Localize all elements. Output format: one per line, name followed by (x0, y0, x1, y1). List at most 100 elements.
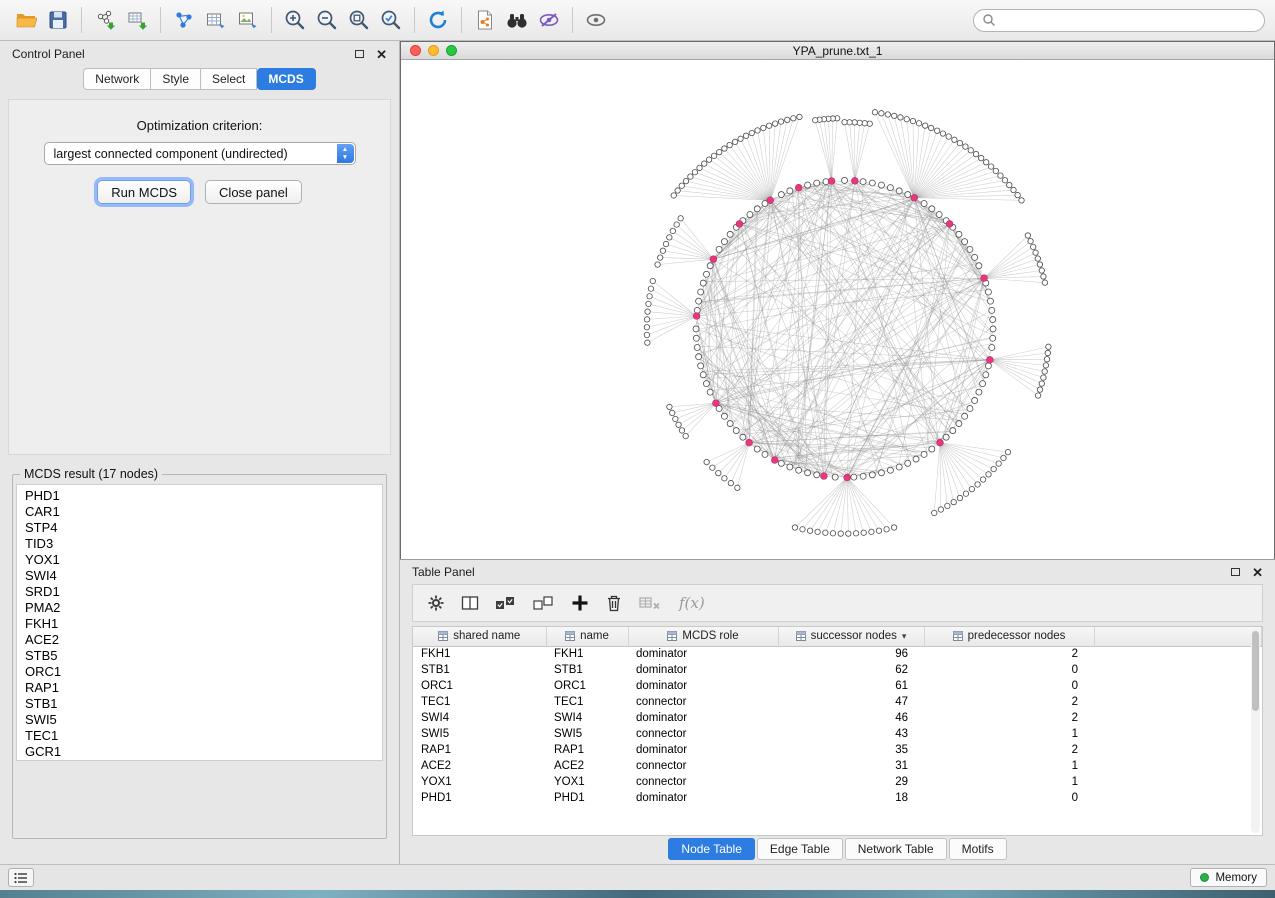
table-row[interactable]: ORC1ORC1dominator610 (413, 678, 1262, 694)
import-network-icon (94, 9, 116, 31)
table-row[interactable]: ACE2ACE2connector311 (413, 758, 1262, 774)
zoom-fit-button[interactable] (343, 5, 375, 35)
zoom-in-icon (283, 8, 307, 32)
mcds-node-item[interactable]: ORC1 (25, 664, 382, 680)
column-header-shared-name[interactable]: shared name (413, 627, 546, 646)
open-folder-icon (15, 9, 37, 31)
add-row-icon[interactable] (571, 594, 589, 612)
zoom-in-button[interactable] (279, 5, 311, 35)
toolbar-separator (271, 7, 272, 33)
run-mcds-button[interactable]: Run MCDS (97, 180, 191, 204)
import-table-button[interactable] (121, 5, 153, 35)
memory-label: Memory (1215, 872, 1257, 884)
mcds-result-list[interactable]: PHD1CAR1STP4TID3YOX1SWI4SRD1PMA2FKH1ACE2… (16, 484, 383, 761)
table-row[interactable]: TEC1TEC1connector472 (413, 694, 1262, 710)
mcds-node-item[interactable]: TEC1 (25, 728, 382, 744)
refresh-icon (426, 8, 450, 32)
tab-mcds[interactable]: MCDS (257, 68, 315, 90)
memory-button[interactable]: Memory (1190, 868, 1267, 887)
tab-node-table[interactable]: Node Table (668, 838, 755, 860)
mcds-node-item[interactable]: TID3 (25, 536, 382, 552)
table-row[interactable]: SWI5SWI5connector431 (413, 726, 1262, 742)
tab-network[interactable]: Network (83, 68, 151, 90)
mcds-node-item[interactable]: YOX1 (25, 552, 382, 568)
tab-style[interactable]: Style (151, 68, 201, 90)
mcds-node-item[interactable]: FKH1 (25, 616, 382, 632)
delete-row-icon[interactable] (605, 594, 623, 612)
mcds-node-item[interactable]: SWI4 (25, 568, 382, 584)
unselect-all-icon[interactable] (533, 594, 555, 612)
table-row[interactable]: STB1STB1dominator620 (413, 662, 1262, 678)
annotation-document-button[interactable] (469, 5, 501, 35)
export-image-button[interactable] (232, 5, 264, 35)
sort-descending-icon: ▾ (902, 631, 907, 642)
binoculars-icon (505, 8, 529, 32)
save-session-button[interactable] (42, 5, 74, 35)
network-graph[interactable] (401, 60, 1274, 561)
search-input[interactable] (1001, 13, 1256, 27)
zoom-out-button[interactable] (311, 5, 343, 35)
mcds-node-item[interactable]: SWI5 (25, 712, 382, 728)
style-toggle-button[interactable] (533, 5, 565, 35)
mcds-node-item[interactable]: STB5 (25, 648, 382, 664)
import-network-button[interactable] (89, 5, 121, 35)
table-row[interactable]: RAP1RAP1dominator352 (413, 742, 1262, 758)
table-row[interactable]: SWI4SWI4dominator462 (413, 710, 1262, 726)
gear-icon[interactable] (427, 594, 445, 612)
search-network-button[interactable] (501, 5, 533, 35)
column-header-mcds-role[interactable]: MCDS role (628, 627, 778, 646)
mcds-node-item[interactable]: RAP1 (25, 680, 382, 696)
mcds-node-item[interactable]: STB1 (25, 696, 382, 712)
column-type-icon (796, 631, 806, 641)
show-hide-button[interactable] (580, 5, 612, 35)
float-table-panel-icon[interactable] (1231, 568, 1240, 576)
zoom-out-icon (315, 8, 339, 32)
tab-edge-table[interactable]: Edge Table (757, 838, 843, 860)
mcds-node-item[interactable]: PHD1 (25, 488, 382, 504)
mcds-node-item[interactable]: ACE2 (25, 632, 382, 648)
table-row[interactable]: PHD1PHD1dominator180 (413, 790, 1262, 806)
scrollbar-thumb[interactable] (1252, 631, 1259, 711)
mcds-node-item[interactable]: SRD1 (25, 584, 382, 600)
status-menu-button[interactable] (8, 868, 34, 887)
main-toolbar (0, 0, 1275, 41)
tab-select[interactable]: Select (201, 68, 257, 90)
table-body: FKH1FKH1dominator962STB1STB1dominator620… (413, 646, 1262, 806)
select-all-icon[interactable] (495, 594, 517, 612)
close-panel-icon[interactable]: ✕ (376, 48, 387, 61)
toolbar-separator (160, 7, 161, 33)
column-header-name[interactable]: name (546, 627, 628, 646)
criterion-select[interactable]: largest connected component (undirected)… (44, 142, 356, 165)
open-file-button[interactable] (10, 5, 42, 35)
toolbar-separator (414, 7, 415, 33)
column-header-predecessor-nodes[interactable]: predecessor nodes (924, 627, 1094, 646)
float-panel-icon[interactable] (355, 50, 364, 58)
list-menu-icon (14, 872, 28, 884)
export-image-icon (237, 9, 259, 31)
eye-icon (584, 8, 608, 32)
network-canvas[interactable] (401, 60, 1274, 561)
close-panel-button[interactable]: Close panel (205, 180, 302, 204)
search-icon (982, 13, 996, 27)
table-row[interactable]: FKH1FKH1dominator962 (413, 646, 1262, 662)
desktop-wallpaper-strip (0, 890, 1275, 898)
select-stepper-icon: ▲▼ (337, 144, 354, 163)
column-header-successor-nodes[interactable]: successor nodes ▾ (778, 627, 924, 646)
mcds-node-item[interactable]: CAR1 (25, 504, 382, 520)
export-table-button[interactable] (200, 5, 232, 35)
close-table-panel-icon[interactable]: ✕ (1252, 566, 1263, 579)
export-table-icon (205, 9, 227, 31)
network-icon (173, 9, 195, 31)
columns-icon[interactable] (461, 594, 479, 612)
tab-network-table[interactable]: Network Table (845, 838, 947, 860)
mcds-node-item[interactable]: STP4 (25, 520, 382, 536)
new-network-button[interactable] (168, 5, 200, 35)
criterion-selected-value: largest connected component (undirected) (54, 147, 288, 161)
table-row[interactable]: YOX1YOX1connector291 (413, 774, 1262, 790)
tab-motifs[interactable]: Motifs (949, 838, 1007, 860)
zoom-selected-button[interactable] (375, 5, 407, 35)
table-scrollbar[interactable] (1251, 629, 1260, 833)
mcds-node-item[interactable]: GCR1 (25, 744, 382, 760)
mcds-node-item[interactable]: PMA2 (25, 600, 382, 616)
refresh-button[interactable] (422, 5, 454, 35)
